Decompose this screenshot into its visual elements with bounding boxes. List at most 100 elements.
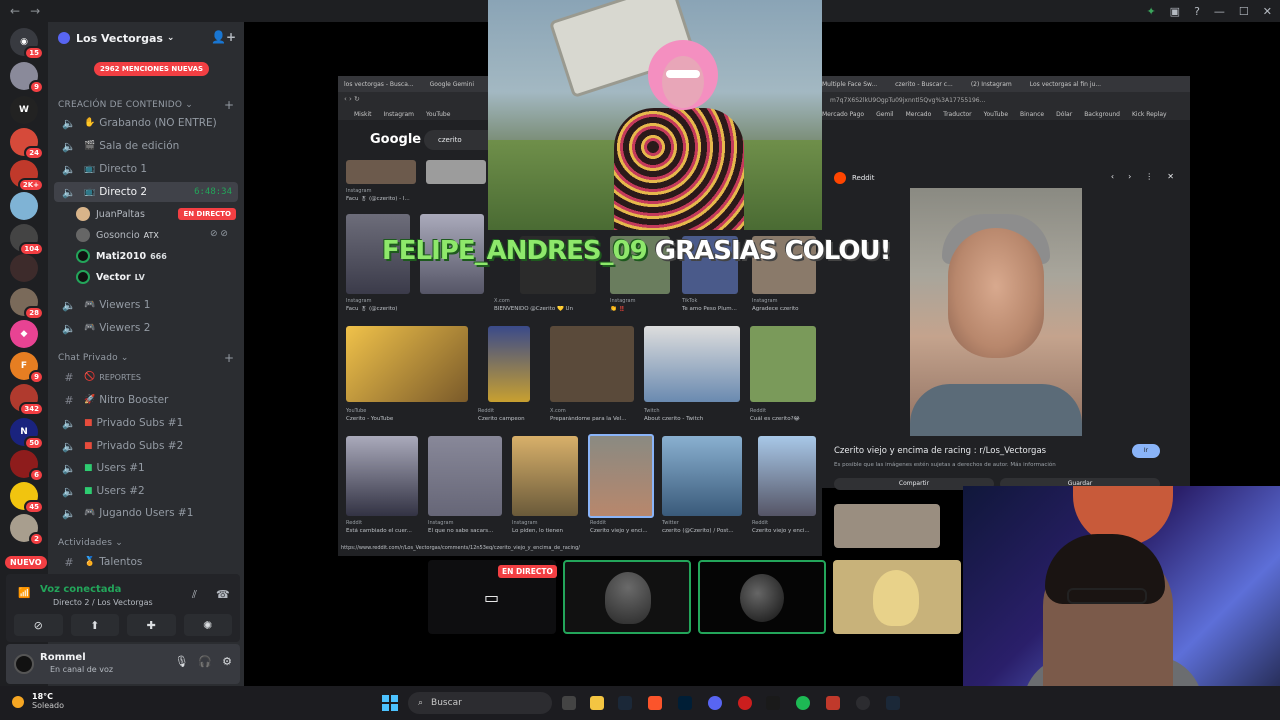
image-result[interactable] [550, 326, 634, 402]
bookmark[interactable]: Instagram [383, 111, 414, 118]
channel-nitro[interactable]: # 🚀 Nitro Booster [54, 390, 238, 410]
server-icon[interactable]: 9 [10, 62, 44, 94]
image-result[interactable] [428, 436, 502, 516]
result-title[interactable]: Lo piden, lo tienen [512, 528, 578, 534]
channel-users-1[interactable]: 🔈 ■ Users #1 [54, 458, 238, 478]
result-title[interactable]: Czerito viejo y enci... [752, 528, 816, 534]
channel-grabando[interactable]: 🔈 ✋ Grabando (NO ENTRE) [54, 113, 238, 133]
channel-directo-1[interactable]: 🔈 📺 Directo 1 [54, 159, 238, 179]
weather-widget[interactable]: 18°C Soleado [12, 692, 64, 710]
browser-tab[interactable]: Los vectorgas al fin ju... [1030, 81, 1101, 88]
file-explorer-icon[interactable] [590, 696, 604, 710]
server-icon[interactable]: 342 [10, 384, 44, 416]
result-title[interactable]: Agradece czerito [752, 306, 816, 312]
category-activities[interactable]: Actividades ⌄ [58, 538, 123, 548]
noise-suppression-icon[interactable]: ⫽ [192, 588, 197, 602]
channel-viewers-1[interactable]: 🔈 🎮 Viewers 1 [54, 295, 238, 315]
image-result[interactable] [426, 160, 486, 184]
related-image[interactable] [834, 504, 940, 548]
voice-user[interactable]: JuanPaltas [76, 204, 145, 224]
google-logo[interactable]: Google [370, 132, 421, 147]
mic-icon[interactable]: 🎙 [174, 655, 188, 668]
inbox-icon[interactable]: ▣ [1170, 5, 1180, 18]
preview-title[interactable]: Czerito viejo y encima de racing : r/Los… [834, 446, 1046, 456]
bookmark[interactable]: Mercado [906, 111, 932, 118]
result-title[interactable]: Preparándome para la Vel... [550, 416, 634, 422]
server-icon[interactable]: 6 [10, 450, 44, 482]
server-icon[interactable]: 104 [10, 224, 44, 256]
server-icon[interactable]: 2K+ [10, 160, 44, 192]
browser-tab[interactable]: czerito - Buscar c... [895, 81, 953, 88]
channel-directo-2[interactable]: 🔈 📺 Directo 2 6:48:34 [54, 182, 238, 202]
channel-reportes[interactable]: # 🚫 REPORTES [54, 367, 238, 387]
valorant-icon[interactable] [826, 696, 840, 710]
visit-button[interactable]: Ir [1132, 444, 1160, 458]
result-title[interactable]: Facu 🎖 (@czerito) - I... [346, 196, 418, 202]
server-icon[interactable] [10, 192, 38, 220]
task-view-icon[interactable] [562, 696, 576, 710]
preview-image[interactable] [910, 188, 1082, 436]
help-icon[interactable]: ? [1194, 5, 1200, 18]
voice-user[interactable]: Mati2010 666 [76, 246, 167, 266]
photoshop-icon[interactable] [678, 696, 692, 710]
discord-icon[interactable] [708, 696, 722, 710]
result-title[interactable]: czerito (@Czerito) / Post... [662, 528, 742, 534]
close-icon[interactable]: ✕ [1263, 5, 1272, 18]
headphones-icon[interactable]: 🎧 [198, 655, 212, 668]
avatar[interactable] [14, 654, 34, 674]
bookmark[interactable]: Mercado Pago [822, 111, 864, 118]
channel-jugando[interactable]: 🔈 🎮 Jugando Users #1 [54, 503, 238, 523]
browser-tab[interactable]: (2) Instagram [971, 81, 1012, 88]
result-title[interactable]: 👏 ‼️ [610, 306, 670, 312]
result-title[interactable]: Czerito - YouTube [346, 416, 446, 422]
image-result[interactable] [346, 436, 418, 516]
server-icon[interactable]: W [10, 96, 38, 124]
image-result[interactable] [346, 160, 416, 184]
voice-channel-path[interactable]: Directo 2 / Los Vectorgas [53, 598, 153, 607]
disconnect-icon[interactable]: ☎ [216, 588, 230, 601]
more-icon[interactable]: ⋮ [1145, 172, 1153, 181]
steam-icon[interactable] [886, 696, 900, 710]
guild-header[interactable]: Los Vectorgas ⌄ 👤+ [48, 22, 244, 54]
add-channel-icon[interactable]: + [224, 98, 234, 112]
channel-viewers-2[interactable]: 🔈 🎮 Viewers 2 [54, 318, 238, 338]
server-icon[interactable]: 45 [10, 482, 44, 514]
bookmark[interactable]: Background [1084, 111, 1120, 118]
spotify-icon[interactable] [796, 696, 810, 710]
server-icon[interactable]: ◆ [10, 320, 38, 348]
category-private[interactable]: Chat Privado ⌄ + [58, 351, 234, 365]
image-result[interactable] [644, 326, 740, 402]
result-title[interactable]: Te amo Peso Plum... [682, 306, 746, 312]
bookmark[interactable]: Gemil [876, 111, 894, 118]
screen-share-button[interactable]: ⬆ [70, 614, 119, 636]
obs-icon[interactable] [856, 696, 870, 710]
nav-arrows-icon[interactable]: ‹ › ↻ [344, 95, 360, 103]
activities-button[interactable]: ✚ [127, 614, 176, 636]
next-icon[interactable]: › [1128, 172, 1131, 181]
soundboard-button[interactable]: ✺ [183, 614, 232, 636]
image-result[interactable] [750, 326, 816, 402]
image-result[interactable] [488, 326, 530, 402]
browser-tab[interactable]: Multiple Face Sw... [822, 81, 877, 88]
bookmark[interactable]: Dólar [1056, 111, 1072, 118]
user-name[interactable]: Rommel [40, 652, 86, 663]
server-icon[interactable]: N 50 [10, 418, 44, 450]
result-title[interactable]: El que no sabe sacars... [428, 528, 502, 534]
windows-start-icon[interactable] [382, 695, 398, 711]
bookmark[interactable]: Traductor [943, 111, 971, 118]
direct-messages-icon[interactable]: ◉ 15 [10, 28, 44, 60]
voice-status[interactable]: Voz conectada [40, 584, 121, 595]
settings-gear-icon[interactable]: ⚙ [222, 655, 232, 668]
result-title[interactable]: BIENVENIDO @Czerito 💛 Un [494, 306, 594, 312]
image-result-selected[interactable] [588, 434, 654, 518]
participant-tile[interactable] [563, 560, 691, 634]
image-source-header[interactable]: Reddit [834, 172, 874, 184]
server-icon[interactable]: 24 [10, 128, 44, 160]
server-icon[interactable] [10, 254, 38, 282]
voice-user[interactable]: Vector LV [76, 267, 145, 287]
image-result[interactable] [662, 436, 742, 516]
bookmark[interactable]: YouTube [426, 111, 450, 118]
opera-icon[interactable] [738, 696, 752, 710]
server-icon[interactable]: F9 [10, 352, 44, 384]
bookmark[interactable]: Miskit [354, 111, 371, 118]
